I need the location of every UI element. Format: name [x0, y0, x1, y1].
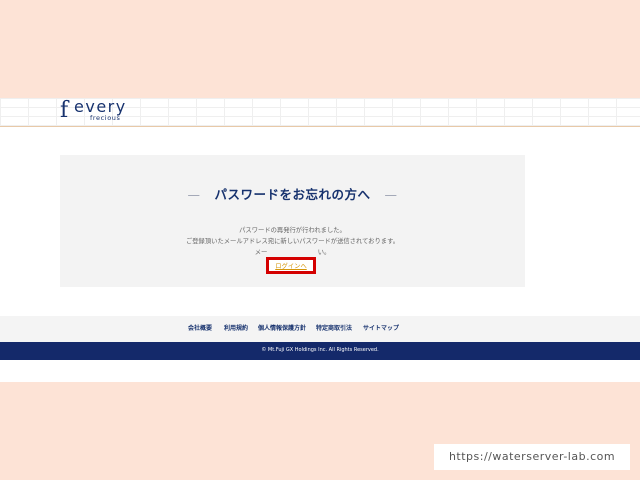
footer-nav: 会社概要 利用規約 個人情報保護方針 特定商取引法 サイトマップ [0, 316, 640, 342]
message-line-1: パスワードの再発行が行われました。 [239, 227, 346, 234]
title-dash-left: — [187, 187, 201, 202]
copyright-text: © Mt.Fuji GX Holdings Inc. All Rights Re… [261, 347, 379, 353]
footer-link-company[interactable]: 会社概要 [188, 325, 212, 333]
page-title-text: パスワードをお忘れの方へ [214, 187, 371, 202]
password-reset-card: — パスワードをお忘れの方へ — パスワードの再発行が行われました。 ご登録頂いたメ… [60, 155, 525, 287]
footer-link-privacy[interactable]: 個人情報保護方針 [258, 325, 306, 333]
footer-link-sitemap[interactable]: サイトマップ [363, 325, 399, 333]
title-dash-right: — [384, 187, 398, 202]
site-header: f every frecious [0, 98, 640, 127]
site-watermark: https://waterserver-lab.com [434, 444, 630, 470]
logo-f-mark: f [60, 98, 69, 123]
message-line-3: メー い。 [254, 249, 331, 256]
every-frecious-logo[interactable]: f every frecious [60, 98, 140, 126]
web-page: f every frecious — パスワードをお忘れの方へ — パスワードの再発… [0, 98, 640, 382]
logo-subtext: frecious [90, 114, 121, 122]
footer-link-commerce-law[interactable]: 特定商取引法 [316, 325, 352, 333]
message-line-2: ご登録頂いたメールアドレス宛に新しいパスワードが送信されております。 [185, 238, 400, 245]
copyright-bar: © Mt.Fuji GX Holdings Inc. All Rights Re… [0, 342, 640, 360]
login-link-highlight: ログインへ [266, 257, 316, 274]
footer-link-terms[interactable]: 利用規約 [224, 325, 248, 333]
login-link[interactable]: ログインへ [269, 263, 313, 271]
page-title: — パスワードをお忘れの方へ — [60, 184, 525, 203]
watermark-url: https://waterserver-lab.com [448, 450, 616, 463]
